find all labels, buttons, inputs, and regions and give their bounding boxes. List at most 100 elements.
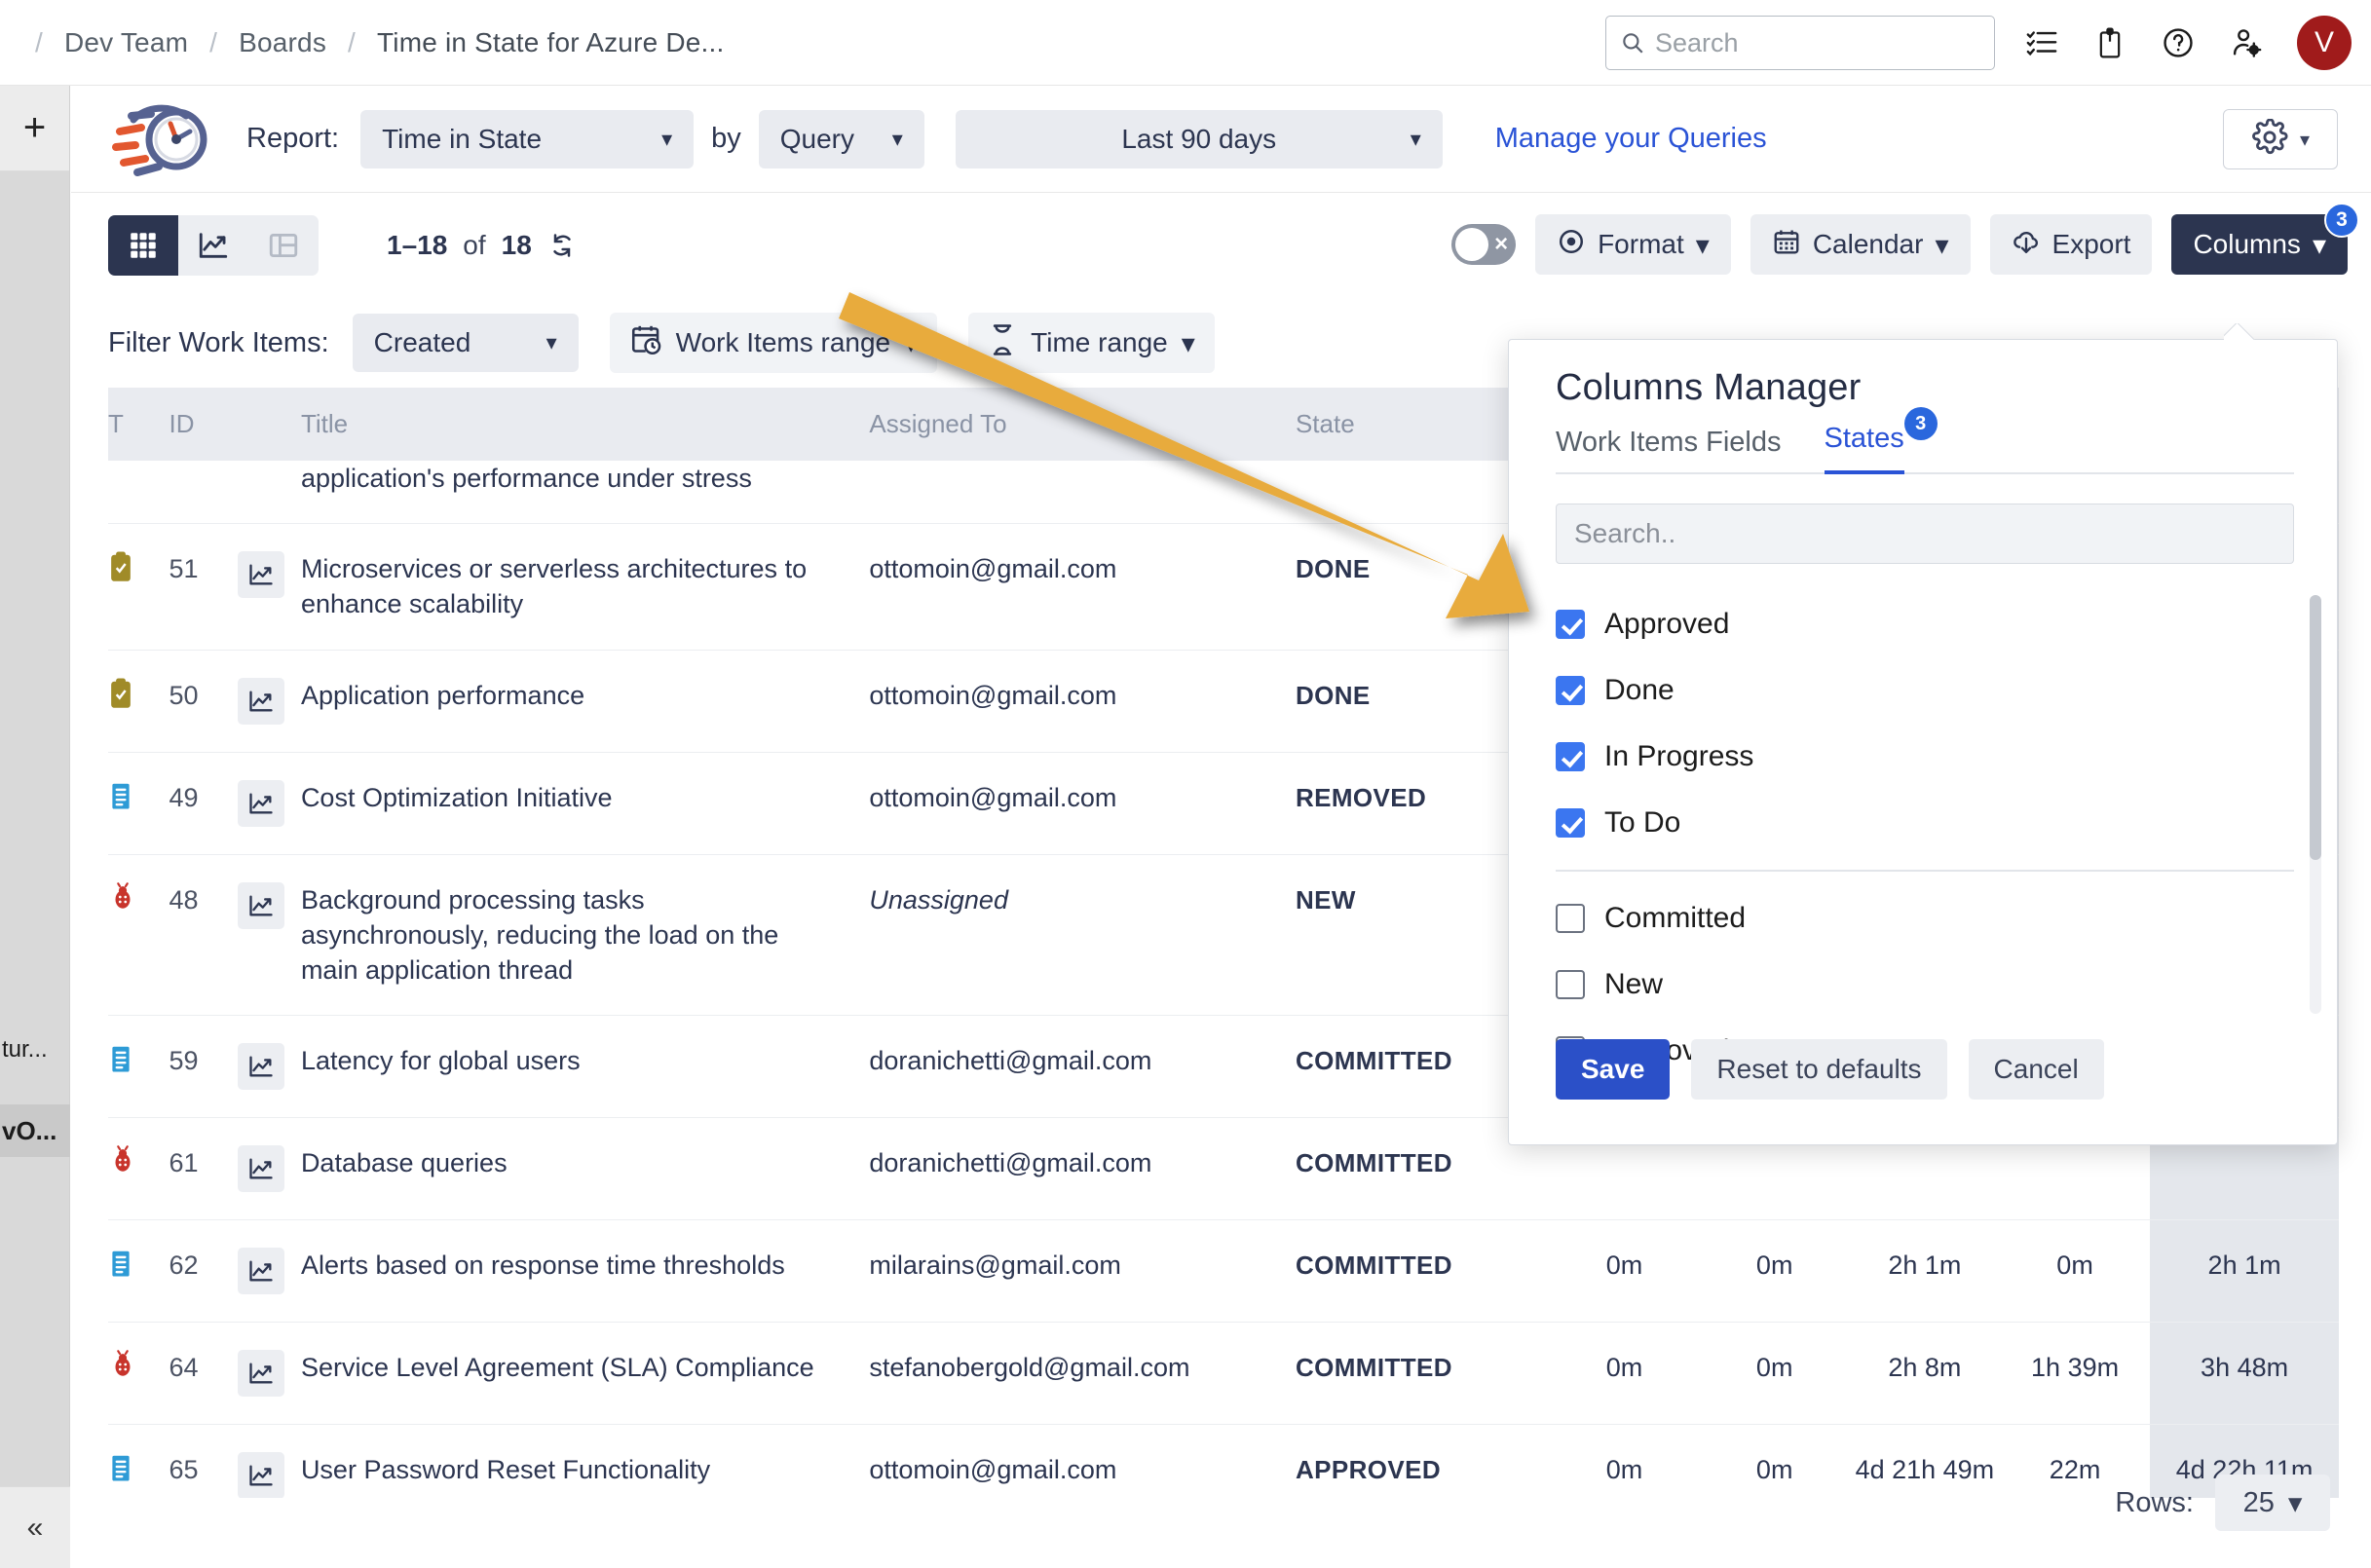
rail-item-1[interactable]: vO... [0, 1104, 70, 1157]
state-unselected-option[interactable]: New [1556, 952, 2294, 1018]
cell-id[interactable]: 62 [169, 1220, 239, 1323]
cell-title[interactable]: application's performance under stress [301, 461, 869, 524]
table-row[interactable]: 65User Password Reset Functionalityottom… [108, 1425, 2339, 1498]
cell-id[interactable]: 49 [169, 752, 239, 854]
cell-id[interactable]: 64 [169, 1323, 239, 1425]
table-row[interactable]: 64 Service Level Agreement (SLA) Complian… [108, 1323, 2339, 1425]
sparkline-button[interactable] [238, 1248, 284, 1294]
cell-title[interactable]: Background processing tasks asynchronous… [301, 854, 869, 1016]
grid-view-button[interactable] [108, 215, 178, 276]
columns-button[interactable]: Columns ▾ 3 [2171, 214, 2348, 275]
state-selected-option[interactable]: Approved [1556, 591, 2294, 657]
help-icon[interactable] [2157, 21, 2200, 64]
col-header-assigned[interactable]: Assigned To [869, 388, 1296, 461]
format-button[interactable]: Format ▾ [1535, 214, 1731, 275]
close-icon: × [1494, 231, 1508, 258]
cell-sparkline[interactable] [238, 752, 301, 854]
refresh-icon[interactable] [547, 231, 577, 260]
checkbox[interactable] [1556, 970, 1585, 999]
save-button[interactable]: Save [1556, 1039, 1670, 1100]
report-group-select[interactable]: Query ▾ [759, 110, 924, 168]
filter-created-select[interactable]: Created ▾ [353, 314, 579, 372]
state-selected-option[interactable]: In Progress [1556, 724, 2294, 790]
checkbox[interactable] [1556, 676, 1585, 705]
checkbox[interactable] [1556, 904, 1585, 933]
compact-toggle[interactable]: × [1451, 224, 1516, 265]
cell-id[interactable]: 51 [169, 524, 239, 650]
sparkline-button[interactable] [238, 1350, 284, 1397]
checkbox[interactable] [1556, 742, 1585, 771]
chart-view-button[interactable] [178, 215, 248, 276]
sparkline-button[interactable] [238, 551, 284, 598]
settings-button[interactable]: ▾ [2223, 109, 2338, 169]
rows-value: 25 [2243, 1487, 2275, 1519]
cell-id[interactable]: 61 [169, 1118, 239, 1220]
state-unselected-option[interactable]: Committed [1556, 885, 2294, 952]
sparkline-button[interactable] [238, 678, 284, 725]
sparkline-button[interactable] [238, 1452, 284, 1498]
cell-title[interactable]: Service Level Agreement (SLA) Compliance [301, 1323, 869, 1425]
date-range-select[interactable]: Last 90 days ▾ [956, 110, 1443, 168]
states-option-list: ApprovedDoneIn ProgressTo Do CommittedNe… [1556, 591, 2294, 1020]
col-header-title[interactable]: Title [301, 388, 869, 461]
user-settings-icon[interactable] [2225, 21, 2268, 64]
breadcrumb-item-dev-team[interactable]: Dev Team [60, 27, 192, 58]
cell-sparkline[interactable] [238, 1220, 301, 1323]
cell-title[interactable]: User Password Reset Functionality [301, 1425, 869, 1498]
calendar-button[interactable]: Calendar ▾ [1750, 214, 1971, 275]
table-row[interactable]: 62 Alerts based on response time threshol… [108, 1220, 2339, 1323]
tab-states[interactable]: States 3 [1825, 423, 1904, 474]
cell-sparkline[interactable] [238, 854, 301, 1016]
cell-sparkline[interactable] [238, 650, 301, 752]
breadcrumb-separator-0: / [18, 27, 60, 58]
cell-id[interactable]: 65 [169, 1425, 239, 1498]
cancel-button[interactable]: Cancel [1969, 1039, 2104, 1100]
cell-title[interactable]: Latency for global users [301, 1016, 869, 1118]
global-search[interactable] [1605, 16, 1995, 70]
clipboard-icon[interactable] [2089, 21, 2131, 64]
search-input[interactable] [1655, 28, 1980, 58]
avatar[interactable]: V [2297, 16, 2352, 70]
state-selected-option[interactable]: To Do [1556, 790, 2294, 856]
time-range-button[interactable]: Time range ▾ [968, 313, 1215, 373]
cell-id[interactable]: 50 [169, 650, 239, 752]
reset-to-defaults-button[interactable]: Reset to defaults [1691, 1039, 1946, 1100]
cell-title[interactable]: Alerts based on response time thresholds [301, 1220, 869, 1323]
breadcrumb-item-boards[interactable]: Boards [235, 27, 330, 58]
cell-sparkline[interactable] [238, 1016, 301, 1118]
sparkline-button[interactable] [238, 882, 284, 929]
rail-add-button[interactable]: + [0, 86, 69, 171]
work-items-range-button[interactable]: Work Items range ▾ [610, 313, 938, 373]
rail-collapse-button[interactable]: « [0, 1486, 70, 1568]
rows-select[interactable]: 25 ▾ [2215, 1475, 2330, 1531]
cell-title[interactable]: Database queries [301, 1118, 869, 1220]
cell-sparkline[interactable] [238, 1323, 301, 1425]
cell-title[interactable]: Application performance [301, 650, 869, 752]
board-view-button[interactable] [248, 215, 319, 276]
export-button[interactable]: Export [1990, 214, 2153, 275]
cell-id[interactable]: 59 [169, 1016, 239, 1118]
manage-queries-link[interactable]: Manage your Queries [1495, 123, 1767, 155]
checklist-icon[interactable] [2020, 21, 2063, 64]
scrollbar-thumb[interactable] [2310, 595, 2321, 860]
sparkline-button[interactable] [238, 1043, 284, 1090]
cell-sparkline[interactable] [238, 1118, 301, 1220]
col-header-id[interactable]: ID [169, 388, 239, 461]
checkbox[interactable] [1556, 610, 1585, 639]
sparkline-button[interactable] [238, 780, 284, 827]
checkbox[interactable] [1556, 808, 1585, 838]
tab-work-items-fields[interactable]: Work Items Fields [1556, 427, 1782, 474]
cell-sparkline[interactable] [238, 1425, 301, 1498]
state-selected-option[interactable]: Done [1556, 657, 2294, 724]
breadcrumb-item-current[interactable]: Time in State for Azure De... [373, 27, 728, 58]
cell-sparkline[interactable] [238, 524, 301, 650]
columns-manager-search-input[interactable] [1556, 504, 2294, 564]
col-header-type[interactable]: T [108, 388, 169, 461]
cell-id[interactable]: 48 [169, 854, 239, 1016]
sparkline-button[interactable] [238, 1145, 284, 1192]
report-type-select[interactable]: Time in State ▾ [360, 110, 694, 168]
breadcrumb: / Dev Team / Boards / Time in State for … [18, 27, 728, 58]
cell-title[interactable]: Cost Optimization Initiative [301, 752, 869, 854]
cell-title[interactable]: Microservices or serverless architecture… [301, 524, 869, 650]
rail-item-0[interactable]: tur... [0, 1036, 70, 1064]
